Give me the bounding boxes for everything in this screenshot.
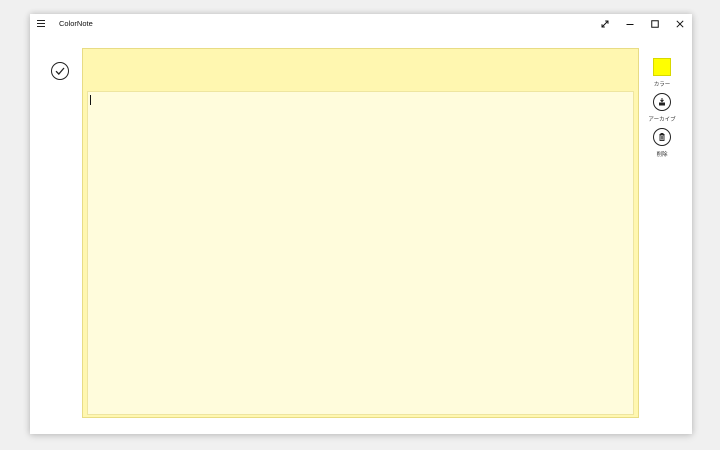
note-text-area[interactable] [87, 91, 634, 415]
expand-icon[interactable] [592, 14, 617, 34]
done-checkmark-button[interactable] [51, 62, 69, 80]
checkmark-icon [55, 67, 65, 75]
text-cursor [90, 95, 91, 105]
archive-button[interactable]: アーカイブ [648, 93, 676, 123]
window-controls [592, 14, 692, 34]
color-button[interactable]: カラー [653, 58, 671, 88]
title-bar: ColorNote [30, 14, 692, 36]
delete-button[interactable]: 削除 [653, 128, 671, 158]
trash-icon [653, 128, 671, 146]
note-editor [82, 48, 639, 418]
hamburger-menu-icon[interactable] [37, 20, 45, 27]
archive-label: アーカイブ [648, 117, 676, 123]
maximize-icon[interactable] [642, 14, 667, 34]
delete-label: 削除 [656, 152, 668, 158]
close-icon[interactable] [667, 14, 692, 34]
note-title-area[interactable] [83, 49, 638, 89]
app-window: ColorNote カラー アーカイブ 削除 [30, 14, 692, 434]
minimize-icon[interactable] [617, 14, 642, 34]
app-title: ColorNote [59, 19, 93, 28]
color-label: カラー [653, 82, 671, 88]
color-swatch [653, 58, 671, 76]
archive-icon [652, 93, 671, 111]
note-tools: カラー アーカイブ 削除 [647, 58, 677, 163]
